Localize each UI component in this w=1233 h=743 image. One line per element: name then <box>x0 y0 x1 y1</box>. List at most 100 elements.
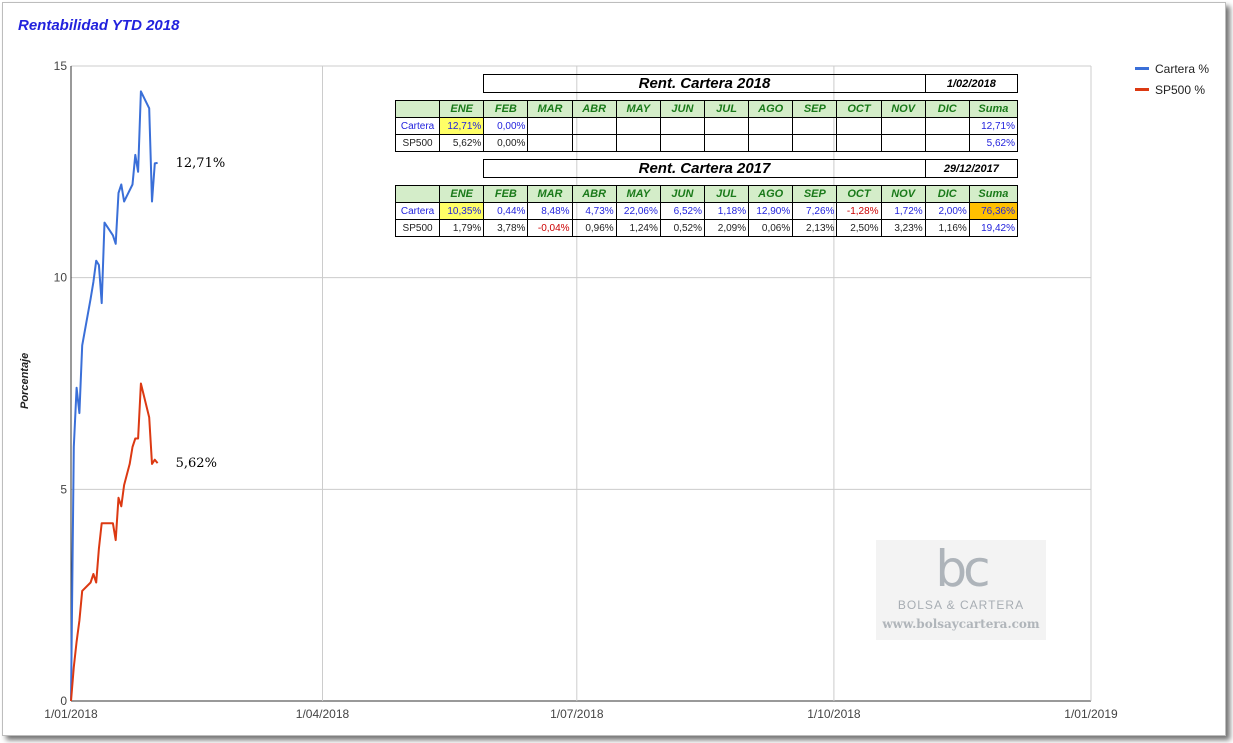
x-tick-label: 1/01/2019 <box>1064 707 1118 721</box>
table-title-row: Rent. Cartera 2018 1/02/2018 <box>396 74 1019 93</box>
table-cell: 0,52% <box>659 219 705 237</box>
x-tick-label: 1/04/2018 <box>296 707 350 721</box>
table-cell: 1,79% <box>439 219 485 237</box>
legend-item-sp500[interactable]: SP500 % <box>1135 79 1209 100</box>
table-cell: 4,73% <box>571 202 617 220</box>
table-cell: 12,90% <box>748 202 794 220</box>
table-cell: 0,44% <box>483 202 529 220</box>
table-cell: 3,23% <box>880 219 926 237</box>
table-header-cell: FEB <box>483 100 529 118</box>
table-cell: 19,42% <box>968 219 1019 237</box>
watermark-url: www.bolsaycartera.com <box>882 617 1040 631</box>
table-cell <box>924 134 970 152</box>
y-tick-label: 5 <box>60 482 67 496</box>
table-cell: 10,35% <box>439 202 485 220</box>
table-header-cell: SEP <box>792 185 838 203</box>
table-header-cell: Suma <box>968 185 1019 203</box>
table-cell: 6,52% <box>659 202 705 220</box>
table-cell <box>571 117 617 135</box>
series-line-sp500 <box>70 382 159 702</box>
table-cell <box>748 117 794 135</box>
table-cell <box>880 134 926 152</box>
table-cell: 0,06% <box>748 219 794 237</box>
table-cell: -1,28% <box>836 202 882 220</box>
table-cell <box>836 134 882 152</box>
row-label-sp500: SP500 <box>394 219 441 237</box>
table-header-cell: NOV <box>880 100 926 118</box>
table-header-cell: OCT <box>836 100 882 118</box>
table-cell: 5,62% <box>439 134 485 152</box>
table-cell: 76,36% <box>968 202 1019 220</box>
returns-table: Rent. Cartera 2018 1/02/2018 ENE FEB MAR ABR M… <box>394 74 1019 237</box>
table-header-row: ENE FEB MAR ABR MAY JUN JUL AGO SEP OCT NOV DIC Suma <box>394 185 1019 203</box>
table-cell <box>527 134 573 152</box>
table-cell: 0,00% <box>483 134 529 152</box>
watermark: bc BOLSA & CARTERA www.bolsaycartera.com <box>876 540 1046 640</box>
table-title: Rent. Cartera 2017 <box>483 159 926 178</box>
table-cell: 22,06% <box>615 202 661 220</box>
table-header-cell: DIC <box>924 185 970 203</box>
table-header-cell: MAY <box>615 185 661 203</box>
table-cell <box>792 117 838 135</box>
table-header-cell: JUN <box>659 100 705 118</box>
table-cell <box>615 117 661 135</box>
table-header-cell: DIC <box>924 100 970 118</box>
table-header-cell: ABR <box>571 185 617 203</box>
table-header-cell: FEB <box>483 185 529 203</box>
table-header-cell: ENE <box>439 100 485 118</box>
table-cell <box>703 134 750 152</box>
table-date: 29/12/2017 <box>924 159 1019 178</box>
table-cell <box>659 134 705 152</box>
table-row-cartera: Cartera 12,71% 0,00% 12,71% <box>394 117 1019 135</box>
watermark-name: BOLSA & CARTERA <box>897 598 1025 612</box>
table-cell: -0,04% <box>527 219 573 237</box>
legend-swatch-cartera <box>1135 67 1149 70</box>
legend-swatch-sp500 <box>1135 88 1149 91</box>
table-row-sp500: SP500 1,79% 3,78% -0,04% 0,96% 1,24% 0,52% 2,09… <box>394 219 1019 237</box>
table-cell: 0,00% <box>483 117 529 135</box>
table-cell: 7,26% <box>792 202 838 220</box>
table-header-cell: OCT <box>836 185 882 203</box>
table-cell <box>792 134 838 152</box>
table-title-row: Rent. Cartera 2017 29/12/2017 <box>396 159 1019 178</box>
table-header-cell: MAR <box>527 185 573 203</box>
table-cell <box>880 117 926 135</box>
table-cell <box>615 134 661 152</box>
table-cell: 2,09% <box>703 219 750 237</box>
end-label-cartera: 12,71% <box>176 156 226 171</box>
table-cell <box>924 117 970 135</box>
table-row-sp500: SP500 5,62% 0,00% 5,62% <box>394 134 1019 152</box>
table-header-corner <box>394 100 441 118</box>
y-tick-label: 15 <box>54 59 68 73</box>
table-cell: 0,96% <box>571 219 617 237</box>
table-cell: 5,62% <box>968 134 1019 152</box>
table-title: Rent. Cartera 2018 <box>483 74 926 93</box>
table-header-cell: JUL <box>703 100 750 118</box>
table-cell <box>571 134 617 152</box>
table-header-cell: ENE <box>439 185 485 203</box>
legend: Cartera % SP500 % <box>1135 58 1209 100</box>
table-header-cell: AGO <box>748 100 794 118</box>
table-cell <box>748 134 794 152</box>
legend-label-cartera: Cartera % <box>1155 61 1210 76</box>
table-header-cell: AGO <box>748 185 794 203</box>
table-header-cell: MAY <box>615 100 661 118</box>
legend-item-cartera[interactable]: Cartera % <box>1135 58 1209 79</box>
table-header-cell: JUN <box>659 185 705 203</box>
watermark-logo: bc <box>935 540 990 598</box>
table-header-cell: MAR <box>527 100 573 118</box>
table-cell: 2,50% <box>836 219 882 237</box>
table-cell: 12,71% <box>439 117 485 135</box>
row-label-sp500: SP500 <box>394 134 441 152</box>
x-tick-label: 1/01/2018 <box>44 707 98 721</box>
table-header-cell: Suma <box>968 100 1019 118</box>
table-cell: 1,18% <box>703 202 750 220</box>
table-header-row: ENE FEB MAR ABR MAY JUN JUL AGO SEP OCT NOV DIC Suma <box>394 100 1019 118</box>
y-tick-label: 10 <box>54 271 68 285</box>
row-label-cartera: Cartera <box>394 117 441 135</box>
table-cell: 1,16% <box>924 219 970 237</box>
table-cell: 1,72% <box>880 202 926 220</box>
legend-label-sp500: SP500 % <box>1155 82 1206 97</box>
end-label-sp500: 5,62% <box>176 456 217 471</box>
table-header-cell: SEP <box>792 100 838 118</box>
